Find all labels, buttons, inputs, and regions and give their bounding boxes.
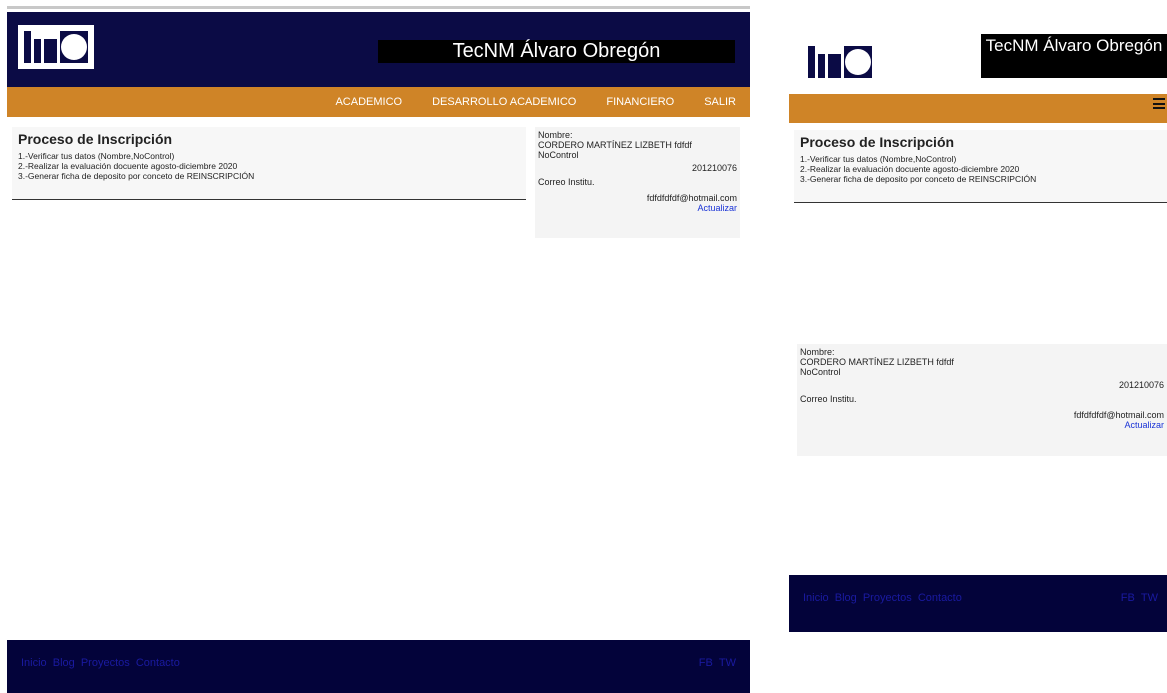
main-nav: ACADEMICO DESARROLLO ACADEMICO FINANCIER… (7, 87, 750, 117)
footer-link-contacto[interactable]: Contacto (918, 592, 962, 604)
student-info-card: Nombre: CORDERO MARTÍNEZ LIZBETH fdfdf N… (797, 344, 1167, 456)
main-content: Proceso de Inscripción 1.-Verificar tus … (12, 123, 746, 640)
name-label: Nombre: (538, 130, 573, 140)
hamburger-menu-icon[interactable] (1153, 98, 1165, 109)
footer-social: FB TW (696, 657, 736, 669)
process-step: 2.-Realizar la evaluación docuente agost… (800, 164, 1020, 174)
student-name: CORDERO MARTÍNEZ LIZBETH fdfdf (538, 140, 692, 150)
process-step: 2.-Realizar la evaluación docuente agost… (18, 161, 238, 171)
update-link[interactable]: Actualizar (538, 203, 737, 213)
mobile-view: TecNM Álvaro Obregón Proceso de Inscripc… (789, 34, 1167, 632)
desktop-view: TecNM Álvaro Obregón ACADEMICO DESARROLL… (7, 6, 750, 693)
enrollment-process-panel: Proceso de Inscripción 1.-Verificar tus … (794, 130, 1167, 203)
process-heading: Proceso de Inscripción (800, 134, 955, 150)
control-number: 201210076 (1118, 380, 1164, 390)
process-heading: Proceso de Inscripción (18, 131, 173, 147)
footer-link-blog[interactable]: Blog (835, 592, 857, 604)
footer-link-blog[interactable]: Blog (53, 657, 75, 669)
footer-link-fb[interactable]: FB (1121, 592, 1135, 604)
nav-item-desarrollo-academico[interactable]: DESARROLLO ACADEMICO (432, 96, 576, 108)
footer-link-inicio[interactable]: Inicio (803, 592, 829, 604)
site-title: TecNM Álvaro Obregón (378, 40, 735, 63)
process-step: 1.-Verificar tus datos (Nombre,NoControl… (18, 151, 175, 161)
footer-link-inicio[interactable]: Inicio (21, 657, 47, 669)
nav-item-salir[interactable]: SALIR (704, 96, 736, 108)
name-label: Nombre: (800, 347, 835, 357)
process-step: 3.-Generar ficha de deposito por conceto… (800, 174, 1037, 184)
nav-item-academico[interactable]: ACADEMICO (335, 96, 402, 108)
itao-logo[interactable] (18, 25, 94, 69)
footer-link-proyectos[interactable]: Proyectos (81, 657, 130, 669)
process-step: 1.-Verificar tus datos (Nombre,NoControl… (800, 154, 957, 164)
mobile-header: TecNM Álvaro Obregón (789, 34, 1167, 94)
student-email: fdfdfdfdf@hotmail.com (646, 193, 737, 203)
email-label: Correo Institu. (800, 394, 857, 404)
control-number: 201210076 (691, 163, 737, 173)
footer-link-tw[interactable]: TW (1141, 592, 1158, 604)
footer-link-tw[interactable]: TW (719, 657, 736, 669)
mobile-nav-bar (789, 94, 1167, 123)
email-label: Correo Institu. (538, 177, 595, 187)
site-footer: Inicio Blog Proyectos Contacto FB TW (7, 640, 750, 693)
student-email: fdfdfdfdf@hotmail.com (1073, 410, 1164, 420)
student-info-card: Nombre: CORDERO MARTÍNEZ LIZBETH fdfdf N… (535, 127, 740, 238)
enrollment-process-panel: Proceso de Inscripción 1.-Verificar tus … (12, 127, 526, 200)
footer-link-contacto[interactable]: Contacto (136, 657, 180, 669)
itao-logo[interactable] (802, 40, 878, 84)
site-header: TecNM Álvaro Obregón (7, 12, 750, 87)
student-name: CORDERO MARTÍNEZ LIZBETH fdfdf (800, 357, 954, 367)
process-step: 3.-Generar ficha de deposito por conceto… (18, 171, 255, 181)
update-link[interactable]: Actualizar (800, 420, 1164, 430)
nav-item-financiero[interactable]: FINANCIERO (606, 96, 674, 108)
footer-links: Inicio Blog Proyectos Contacto (803, 592, 965, 604)
control-label: NoControl (538, 150, 579, 160)
footer-link-fb[interactable]: FB (699, 657, 713, 669)
control-label: NoControl (800, 367, 841, 377)
mobile-site-title: TecNM Álvaro Obregón (981, 34, 1167, 78)
mobile-footer: Inicio Blog Proyectos Contacto FB TW (789, 575, 1167, 632)
footer-link-proyectos[interactable]: Proyectos (863, 592, 912, 604)
footer-social: FB TW (1118, 592, 1158, 604)
footer-links: Inicio Blog Proyectos Contacto (21, 657, 183, 669)
